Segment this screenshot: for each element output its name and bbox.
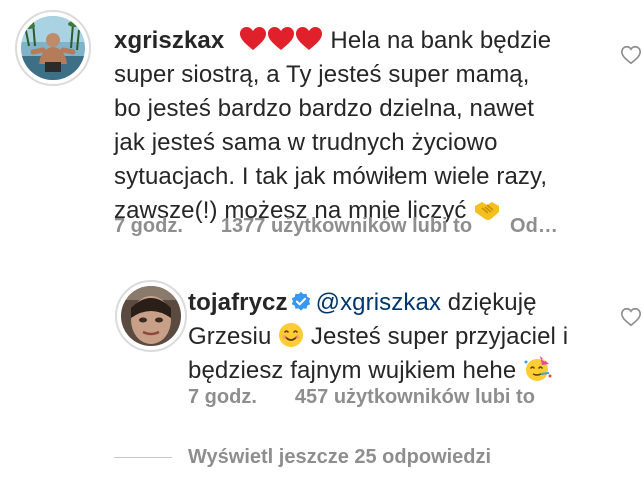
comment-text-line: bo jesteś bardzo bardzo dzielna, nawet bbox=[114, 95, 535, 122]
like-heart-icon[interactable] bbox=[620, 306, 642, 328]
avatar-photo bbox=[121, 286, 181, 346]
comment-username[interactable]: tojafrycz bbox=[188, 289, 288, 316]
smiling-face-emoji-icon bbox=[279, 323, 304, 347]
comment-text: xgriszkax Hela na bank będzie super sios… bbox=[114, 22, 594, 228]
avatar-xgriszkax[interactable] bbox=[21, 16, 85, 80]
comment-meta: 7 godz. 1377 użytkowników lubi to Od… bbox=[114, 215, 558, 238]
comment-text-line: Jesteś super przyjaciel i bbox=[304, 323, 569, 350]
hearts-emoji bbox=[239, 24, 330, 54]
avatar-tojafrycz[interactable] bbox=[121, 286, 181, 346]
reply-text: tojafrycz @xgriszkax dziękuję Grzesiu Je… bbox=[188, 286, 608, 388]
view-more-divider bbox=[114, 457, 172, 458]
view-more-label: Wyświetl jeszcze 25 odpowiedzi bbox=[188, 446, 492, 468]
comment-time: 7 godz. bbox=[114, 215, 183, 237]
view-more-replies-button[interactable]: Wyświetl jeszcze 25 odpowiedzi bbox=[114, 446, 491, 469]
likes-count-link[interactable]: 457 użytkowników lubi to bbox=[295, 386, 535, 408]
avatar-photo bbox=[21, 16, 85, 80]
heart-emoji-icon bbox=[296, 27, 323, 50]
comment-time: 7 godz. bbox=[188, 386, 257, 408]
likes-count-link[interactable]: 1377 użytkowników lubi to bbox=[221, 215, 472, 237]
heart-emoji-icon bbox=[240, 27, 267, 50]
comment-text-line: będziesz fajnym wujkiem hehe bbox=[188, 357, 524, 384]
comment-username[interactable]: xgriszkax bbox=[114, 27, 224, 54]
mention-link[interactable]: @xgriszkax bbox=[316, 289, 441, 316]
partying-face-emoji-icon bbox=[524, 356, 552, 381]
comment-text-line: jak jesteś sama w trudnych życiowo bbox=[114, 129, 498, 156]
comment-text-line: super siostrą, a Ty jesteś super mamą, bbox=[114, 61, 530, 88]
like-heart-icon[interactable] bbox=[620, 44, 642, 66]
comment-text-line: Grzesiu bbox=[188, 323, 279, 350]
comment-text-line: sytuacjach. I tak jak mówiłem wiele razy… bbox=[114, 163, 548, 190]
comment-text-line: dziękuję bbox=[441, 289, 537, 316]
verified-badge-icon bbox=[291, 291, 310, 311]
reply-meta: 7 godz. 457 użytkowników lubi to bbox=[188, 386, 535, 409]
heart-emoji-icon bbox=[268, 27, 295, 50]
reply-button[interactable]: Od… bbox=[510, 215, 558, 237]
comment-text-line: Hela na bank będzie bbox=[330, 27, 552, 54]
